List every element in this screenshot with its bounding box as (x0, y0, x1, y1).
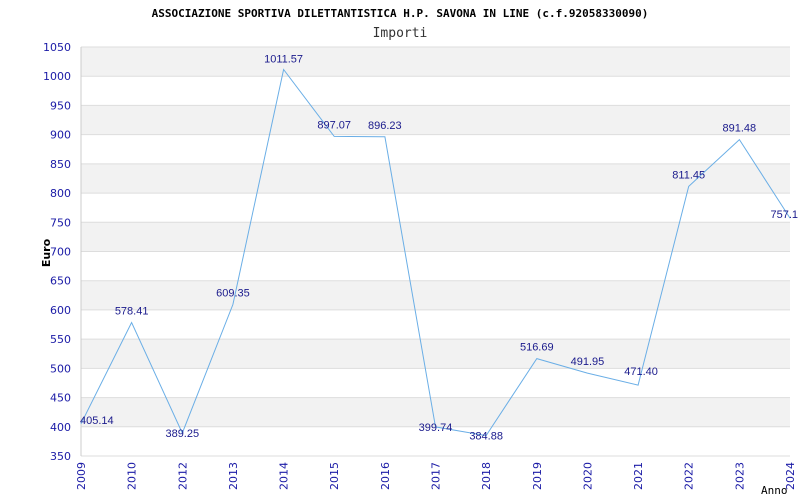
data-label: 891.48 (723, 123, 757, 135)
grid-band (81, 280, 790, 310)
y-tick-label: 450 (50, 392, 71, 405)
x-tick-label: 2009 (75, 462, 88, 490)
x-tick-label: 2015 (328, 462, 341, 490)
x-tick-label: 2022 (683, 462, 696, 490)
x-tick-label: 2023 (733, 462, 746, 490)
grid-band (81, 222, 790, 252)
y-tick-label: 950 (50, 99, 71, 112)
data-label: 757.1 (770, 209, 798, 221)
data-label: 491.95 (571, 356, 605, 368)
y-tick-label: 500 (50, 362, 71, 375)
grid-band (81, 47, 790, 77)
y-tick-label: 700 (50, 246, 71, 259)
x-axis-label: Anno (761, 484, 788, 497)
y-tick-label: 1000 (43, 70, 71, 83)
data-label: 399.74 (419, 422, 453, 434)
x-tick-label: 2013 (227, 462, 240, 490)
data-label: 389.25 (165, 428, 199, 440)
y-tick-label: 650 (50, 275, 71, 288)
x-tick-label: 2016 (379, 462, 392, 490)
plot-background (81, 47, 790, 427)
x-tick-label: 2017 (430, 462, 443, 490)
data-label: 578.41 (115, 306, 149, 318)
data-label: 897.07 (317, 119, 351, 131)
x-tick-label: 2020 (581, 462, 594, 490)
data-label: 896.23 (368, 120, 402, 132)
data-label: 1011.57 (264, 53, 303, 65)
chart-title: ASSOCIAZIONE SPORTIVA DILETTANTISTICA H.… (152, 7, 649, 20)
data-label: 516.69 (520, 342, 554, 354)
y-tick-label: 800 (50, 187, 71, 200)
line-chart: ASSOCIAZIONE SPORTIVA DILETTANTISTICA H.… (40, 7, 798, 497)
y-tick-label: 350 (50, 450, 71, 463)
y-tick-label: 600 (50, 304, 71, 317)
x-tick-label: 2019 (531, 462, 544, 490)
x-tick-label: 2021 (632, 462, 645, 490)
data-label: 384.88 (469, 431, 503, 443)
data-label: 405.14 (80, 415, 114, 427)
data-label: 471.40 (624, 366, 658, 378)
grid-band (81, 339, 790, 369)
y-tick-label: 850 (50, 158, 71, 171)
y-tick-label: 900 (50, 129, 71, 142)
x-tick-label: 2014 (278, 462, 291, 490)
grid-band (81, 105, 790, 135)
x-tick-label: 2012 (176, 462, 189, 490)
y-tick-label: 750 (50, 216, 71, 229)
y-axis-label: Euro (40, 238, 53, 267)
y-tick-label: 400 (50, 421, 71, 434)
x-tick-label: 2018 (480, 462, 493, 490)
data-label: 811.45 (672, 169, 705, 181)
y-tick-label: 1050 (43, 41, 71, 54)
chart-subtitle: Importi (373, 26, 428, 41)
data-label: 609.35 (216, 287, 250, 299)
x-tick-label: 2010 (126, 462, 139, 490)
y-tick-label: 550 (50, 333, 71, 346)
x-axis-ticks: 2009 2010 2012 2013 2014 2015 2016 2017 2018 2019… (75, 462, 797, 490)
